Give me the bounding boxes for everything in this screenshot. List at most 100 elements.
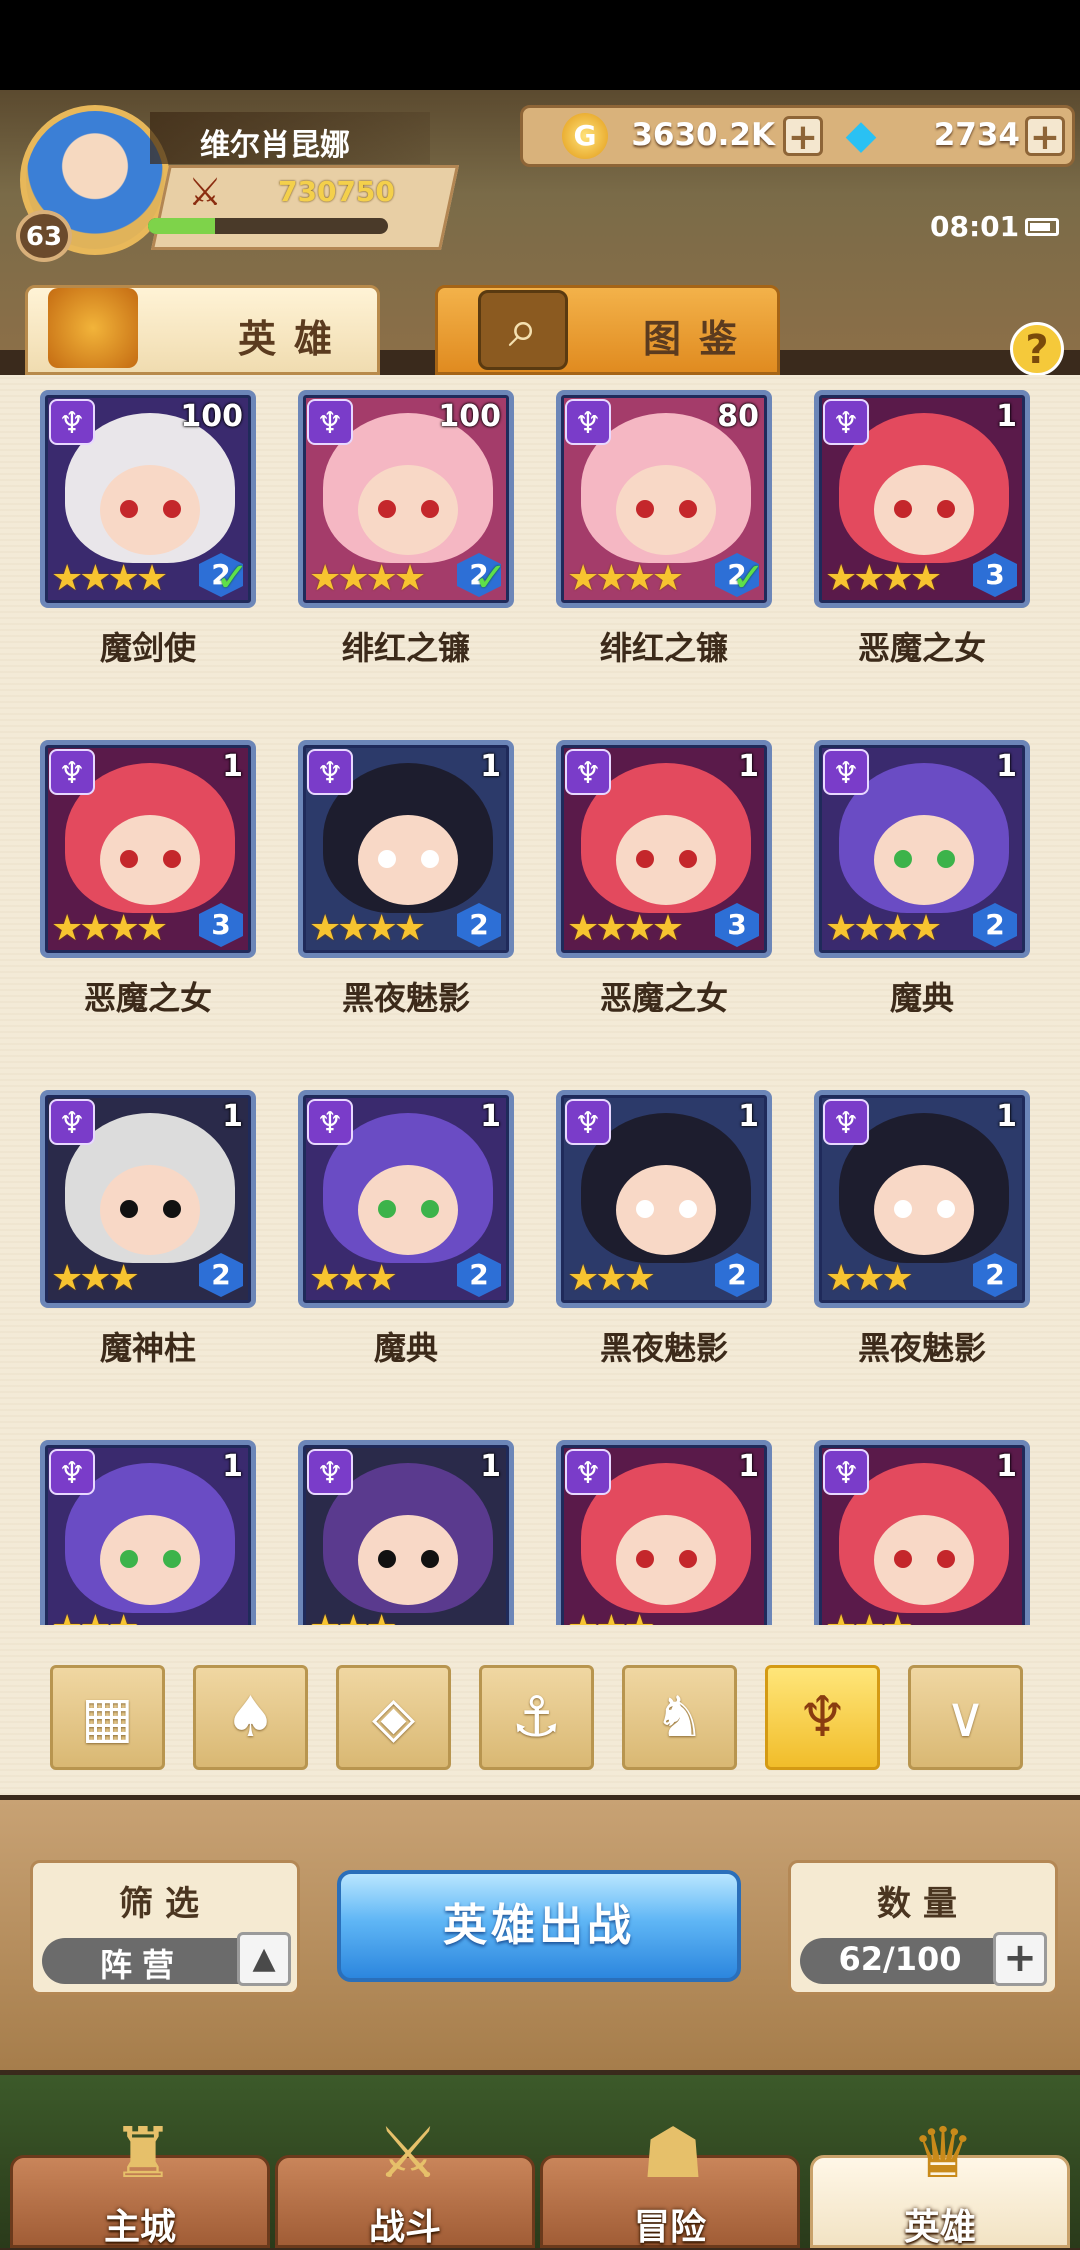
tab-heroes-label: 英雄 (238, 317, 351, 361)
hero-name: 绯红之镰 (341, 629, 470, 667)
hero-card[interactable]: ♆ 1 ★★★ 2 (556, 1090, 772, 1308)
tab-codex-label: 图鉴 (643, 317, 756, 361)
demon-faction-icon: ♆ (823, 399, 869, 445)
hero-stars: ★★★★ (567, 558, 684, 599)
hero-card[interactable]: ♆ 1 ★★★★ 3 (40, 740, 256, 958)
hero-card[interactable]: ♆ 1 ★★★★ 3 (814, 390, 1030, 608)
demon-faction-icon: ♆ (565, 749, 611, 795)
hero-level: 80 (717, 399, 759, 434)
hero-level: 1 (222, 749, 243, 784)
nav-label: 战斗 (368, 2207, 441, 2248)
add-gold-button[interactable]: + (783, 116, 823, 157)
hero-stars: ★★★★ (309, 908, 426, 949)
nav-label: 英雄 (903, 2207, 976, 2248)
hero-name: 魔神柱 (99, 1329, 196, 1367)
hero-name: 恶魔之女 (857, 629, 986, 667)
tab-heroes[interactable]: 英雄 (25, 285, 380, 375)
hero-grid: ♆ 100 ★★★★ 2 ✓ 魔剑使 ♆ 100 ★★★★ 2 ✓ 绯红之镰 ♆ 80 ★★★★ 2 ✓ 绯红之镰… (0, 380, 1080, 1625)
hero-stars: ★★★★ (825, 558, 942, 599)
hero-name: 恶魔之女 (599, 979, 728, 1017)
gem-amount: 2734 (933, 117, 1020, 153)
deploy-heroes-button[interactable]: 英雄出战 (337, 1870, 741, 1982)
hero-card[interactable]: ♆ 1 ★★★ (814, 1440, 1030, 1625)
demon-faction-icon: ♆ (823, 1449, 869, 1495)
hero-name: 恶魔之女 (83, 979, 212, 1017)
wing-faction-filter-button[interactable]: ∨ (908, 1665, 1023, 1770)
hero-card[interactable]: ♆ 1 ★★★ (298, 1440, 514, 1625)
nav-label: 冒险 (633, 2207, 706, 2248)
demon-faction-icon: ♆ (797, 1685, 848, 1750)
hero-card[interactable]: ♆ 80 ★★★★ 2 ✓ (556, 390, 772, 608)
hero-level: 1 (222, 1449, 243, 1484)
tab-codex[interactable]: ⌕ 图鉴 (435, 285, 780, 375)
hero-stars: ★★★★ (309, 558, 426, 599)
add-gems-button[interactable]: + (1025, 116, 1065, 157)
nav-map-scroll[interactable]: ☗ 冒险 (540, 2112, 800, 2248)
demon-faction-filter-button[interactable]: ♆ (765, 1665, 880, 1770)
gold-coin-icon: G (562, 113, 608, 159)
fortress-faction-filter-button[interactable]: ◈ (336, 1665, 451, 1770)
nav-crossed-swords[interactable]: ⚔ 战斗 (275, 2112, 535, 2248)
hero-stars: ★★★ (51, 1608, 140, 1625)
nav-hero-helmet[interactable]: ♛ 英雄 (810, 2112, 1070, 2248)
hero-card[interactable]: ♆ 100 ★★★★ 2 ✓ (298, 390, 514, 608)
magnifier-book-icon: ⌕ (478, 290, 568, 370)
all-grid-filter-button[interactable]: ▦ (50, 1665, 165, 1770)
hero-card[interactable]: ♆ 100 ★★★★ 2 ✓ (40, 390, 256, 608)
expand-capacity-button[interactable]: + (993, 1932, 1047, 1986)
help-button[interactable]: ? (1010, 322, 1064, 376)
demon-faction-icon: ♆ (49, 1099, 95, 1145)
wing-faction-icon: ∨ (945, 1685, 986, 1750)
hero-stars: ★★★ (567, 1258, 656, 1299)
hero-stars: ★★★★ (51, 558, 168, 599)
nav-castle[interactable]: ♜ 主城 (10, 2112, 270, 2248)
hero-card[interactable]: ♆ 1 ★★★ 2 (298, 1090, 514, 1308)
demon-faction-icon: ♆ (49, 399, 95, 445)
hero-card[interactable]: ♆ 1 ★★★ (40, 1440, 256, 1625)
hero-card[interactable]: ♆ 1 ★★★★ 2 (298, 740, 514, 958)
map-scroll-icon: ☗ (641, 2112, 705, 2194)
hero-card[interactable]: ♆ 1 ★★★ (556, 1440, 772, 1625)
hero-name: 黑夜魅影 (341, 979, 470, 1017)
gold-amount: 3630.2K (631, 117, 775, 153)
clock-time: 08:01 (930, 210, 1020, 243)
hero-card[interactable]: ♆ 1 ★★★ 2 (40, 1090, 256, 1308)
exp-bar-fill (148, 218, 216, 234)
hero-card[interactable]: ♆ 1 ★★★ 2 (814, 1090, 1030, 1308)
demon-faction-icon: ♆ (823, 1099, 869, 1145)
hero-count-value: 62/100 (838, 1940, 962, 1978)
hero-stars: ★★★ (51, 1258, 140, 1299)
hero-name: 黑夜魅影 (599, 1329, 728, 1367)
deployed-check-icon: ✓ (215, 555, 249, 601)
demon-faction-icon: ♆ (823, 749, 869, 795)
anchor-faction-filter-button[interactable]: ⚓ (479, 1665, 594, 1770)
battery-icon (1025, 218, 1059, 236)
hero-name: 魔剑使 (99, 629, 196, 667)
hero-card[interactable]: ♆ 1 ★★★★ 3 (556, 740, 772, 958)
hero-card[interactable]: ♆ 1 ★★★★ 2 (814, 740, 1030, 958)
hero-stars: ★★★★ (51, 908, 168, 949)
beast-faction-filter-button[interactable]: ♞ (622, 1665, 737, 1770)
hero-level: 1 (222, 1099, 243, 1134)
nav-label: 主城 (103, 2207, 176, 2248)
combat-power-value: 730750 (278, 175, 395, 208)
demon-faction-icon: ♆ (307, 1099, 353, 1145)
hero-level: 1 (738, 1099, 759, 1134)
count-label: 数量 (877, 1884, 969, 1924)
crossed-swords-icon: ⚔ (376, 2112, 440, 2194)
fortress-faction-icon: ◈ (371, 1685, 416, 1750)
deployed-check-icon: ✓ (731, 555, 765, 601)
filter-toggle-button[interactable]: ▲ (237, 1932, 291, 1986)
hero-helmet-icon: ♛ (911, 2112, 975, 2194)
player-level-badge: 63 (16, 210, 72, 262)
hero-level: 1 (996, 1449, 1017, 1484)
forest-faction-filter-button[interactable]: ♠ (193, 1665, 308, 1770)
exp-bar (148, 218, 388, 234)
filter-label: 筛选 (119, 1884, 211, 1924)
hero-level: 1 (480, 749, 501, 784)
demon-faction-icon: ♆ (49, 749, 95, 795)
hero-stars: ★★★ (309, 1258, 398, 1299)
demon-faction-icon: ♆ (565, 1449, 611, 1495)
demon-faction-icon: ♆ (565, 1099, 611, 1145)
all-grid-icon: ▦ (81, 1685, 134, 1750)
